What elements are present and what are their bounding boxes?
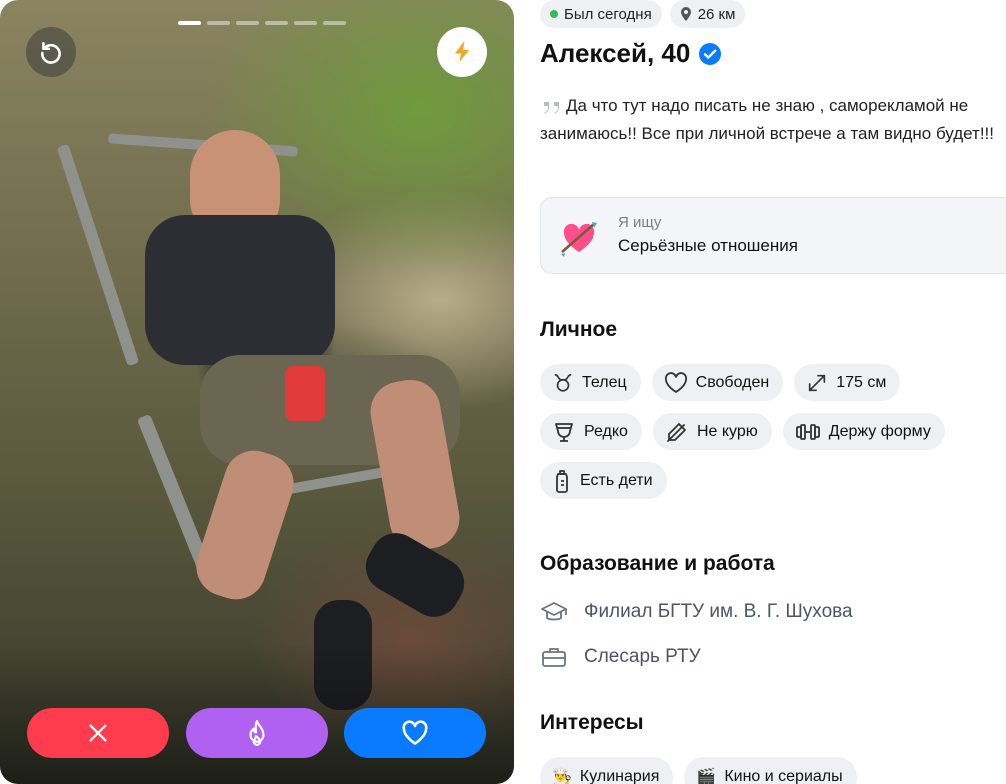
flame-icon — [249, 720, 265, 746]
distance-badge: 26 км — [669, 0, 746, 28]
taurus-icon — [554, 373, 572, 392]
photo-cup — [285, 366, 325, 421]
online-dot-icon — [550, 10, 558, 18]
personal-heading: Личное — [540, 318, 618, 341]
chip-label: Есть дети — [580, 471, 653, 489]
baby-bottle-icon — [556, 469, 568, 493]
photo-progress-segment — [294, 21, 317, 25]
looking-for-value: Серьёзные отношения — [618, 236, 798, 255]
dumbbell-icon — [795, 423, 820, 440]
chip-alcohol: Редко — [540, 413, 642, 450]
chip-smoking: Не курю — [652, 413, 772, 450]
chip-label: Кулинария — [579, 768, 660, 784]
verified-icon — [699, 42, 722, 65]
undo-button[interactable] — [26, 27, 76, 77]
chip-sport: Держу форму — [782, 413, 945, 450]
looking-for-caption: Я ищу — [618, 214, 662, 231]
name-row: Алексей, 40 — [540, 38, 722, 69]
lightning-icon — [455, 42, 469, 62]
graduation-cap-icon — [541, 602, 567, 621]
photo-progress-segment — [207, 21, 230, 25]
like-button[interactable] — [344, 708, 486, 758]
chip-relationship: Свободен — [651, 364, 784, 401]
close-icon — [89, 724, 107, 742]
briefcase-icon — [542, 648, 566, 667]
photo-progress-segment — [178, 21, 201, 25]
photo-progress-segment — [236, 21, 259, 25]
chip-label: Свободен — [695, 373, 770, 391]
chip-height: 175 см — [794, 364, 901, 401]
chip-label: Держу форму — [828, 422, 931, 440]
cupid-heart-icon — [561, 222, 597, 257]
online-status-text: Был сегодня — [564, 5, 652, 23]
interest-chip: 👨‍🍳 Кулинария — [540, 757, 674, 784]
chip-label: Телец — [582, 373, 627, 391]
clapperboard-icon: 🎬 — [696, 769, 717, 784]
personal-chips-row-2: Редко Не курю Держу форму — [540, 413, 945, 450]
education-row: Филиал БГТУ им. В. Г. Шухова — [540, 600, 853, 624]
super-like-button[interactable] — [186, 708, 328, 758]
profile-photo[interactable] — [0, 0, 514, 784]
education-work-heading: Образование и работа — [540, 552, 775, 575]
heart-outline-icon — [664, 371, 687, 393]
location-pin-icon — [680, 7, 691, 21]
photo-shirt — [145, 215, 335, 365]
photo-leg — [188, 442, 302, 608]
boost-button[interactable] — [437, 27, 487, 77]
personal-chips-row-1: Телец Свободен 175 см — [540, 364, 901, 401]
chip-label: 175 см — [836, 373, 887, 391]
bio-text: Да что тут надо писать не знаю , саморек… — [540, 96, 995, 143]
chip-kids: Есть дети — [540, 462, 667, 499]
chip-label: Редко — [584, 422, 628, 440]
no-smoking-icon — [667, 422, 686, 442]
bio: Да что тут надо писать не знаю , саморек… — [540, 92, 1006, 148]
chip-label: Кино и сериалы — [724, 768, 843, 784]
status-row: Был сегодня 26 км — [540, 0, 746, 28]
looking-for-card: Я ищу Серьёзные отношения — [540, 197, 1006, 274]
photo-progress-segment — [265, 21, 288, 25]
profile-panel: Был сегодня 26 км Алексей, 40 Да что тут… — [540, 0, 1006, 784]
photo-progress-segment — [323, 21, 346, 25]
interest-chip: 🎬 Кино и сериалы — [684, 757, 857, 784]
personal-chips-row-3: Есть дети — [540, 462, 667, 499]
profile-name-age: Алексей, 40 — [540, 38, 691, 68]
chip-label: Не курю — [696, 422, 758, 440]
work-text: Слесарь РТУ — [584, 646, 701, 667]
photo-progress — [178, 21, 346, 25]
glass-icon — [555, 422, 573, 442]
distance-text: 26 км — [697, 5, 736, 23]
education-text: Филиал БГТУ им. В. Г. Шухова — [584, 601, 853, 622]
work-row: Слесарь РТУ — [540, 645, 701, 669]
photo-detail — [56, 143, 140, 367]
heart-icon — [402, 720, 428, 745]
interests-row: 👨‍🍳 Кулинария 🎬 Кино и сериалы — [540, 757, 857, 784]
quote-icon — [544, 101, 559, 114]
chip-zodiac: Телец — [540, 364, 641, 401]
undo-icon — [41, 42, 61, 64]
expand-arrows-icon — [809, 374, 826, 391]
dislike-button[interactable] — [27, 708, 169, 758]
cook-icon: 👨‍🍳 — [552, 769, 572, 784]
online-status-badge: Был сегодня — [540, 0, 662, 28]
interests-heading: Интересы — [540, 711, 644, 734]
